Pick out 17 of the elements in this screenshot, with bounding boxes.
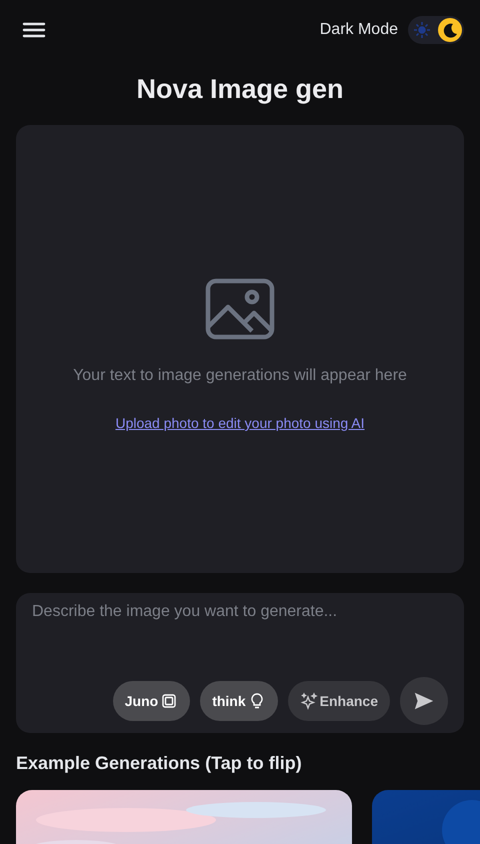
dark-mode-toggle[interactable] (408, 16, 464, 44)
empty-state-message: Your text to image generations will appear here (73, 367, 407, 385)
prompt-field[interactable]: Describe the image you want to generate... Juno think Enhance (16, 593, 464, 733)
sun-icon (414, 22, 430, 38)
chip-icon (160, 692, 178, 710)
option-chip[interactable]: Enhance (288, 681, 390, 721)
app-title: Nova Image gen (135, 74, 345, 105)
upload-link[interactable]: Upload photo to edit your photo using AI (115, 415, 365, 431)
send-icon (413, 690, 435, 712)
sparkle-icon (300, 692, 318, 710)
section-heading: Example Generations (Tap to flip) (16, 753, 303, 774)
send-button[interactable] (400, 677, 448, 725)
menu-icon[interactable] (22, 21, 46, 39)
image-icon (204, 277, 276, 341)
option-chip[interactable]: Juno (112, 681, 190, 721)
dark-mode-label: Dark Mode (320, 21, 398, 39)
option-chip[interactable]: think (200, 681, 278, 721)
